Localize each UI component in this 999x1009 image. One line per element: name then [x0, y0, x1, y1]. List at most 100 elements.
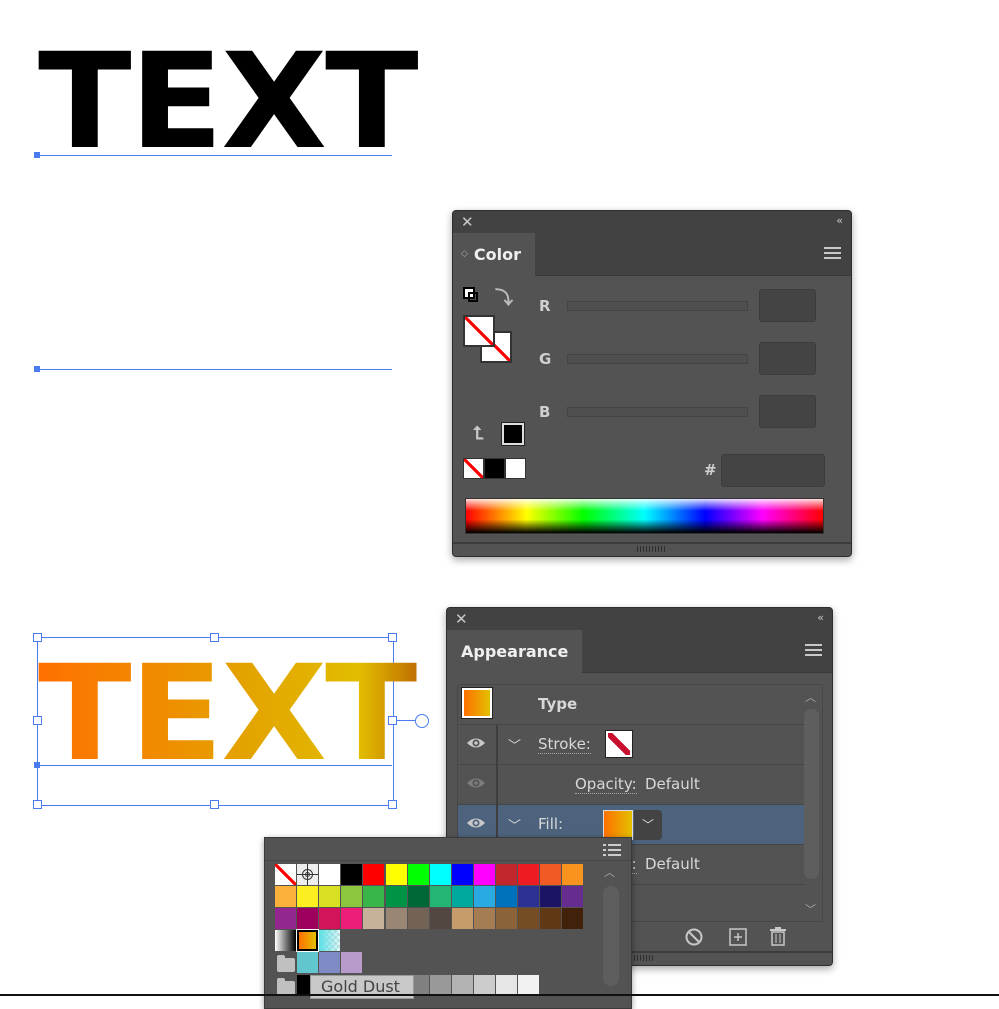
- swatch[interactable]: [297, 886, 319, 908]
- input-r[interactable]: [759, 289, 816, 322]
- visibility-eye-icon[interactable]: [466, 736, 486, 750]
- swatch[interactable]: [319, 952, 341, 974]
- folder-icon[interactable]: [277, 977, 295, 995]
- swatch[interactable]: [496, 886, 517, 908]
- quick-swatch-none[interactable]: [463, 458, 484, 479]
- swatch[interactable]: [429, 886, 451, 908]
- slider-g[interactable]: [567, 354, 748, 364]
- scroll-up-icon[interactable]: ︿: [805, 689, 816, 705]
- swatch[interactable]: [275, 864, 296, 885]
- scroll-down-icon[interactable]: ﹀: [805, 901, 816, 917]
- add-new-icon[interactable]: [729, 928, 747, 946]
- panel-menu-icon[interactable]: [824, 247, 841, 259]
- swatch[interactable]: [518, 974, 540, 996]
- canvas-text-gradient[interactable]: TEXT: [38, 648, 419, 780]
- visibility-eye-icon[interactable]: [466, 776, 486, 790]
- gradient-swatch-gold-dust[interactable]: [296, 929, 320, 953]
- expand-options-icon[interactable]: ◇: [461, 250, 468, 259]
- delete-icon[interactable]: [769, 926, 787, 946]
- collapse-icon[interactable]: ‹‹: [817, 611, 824, 624]
- swatch[interactable]: [540, 908, 562, 930]
- swatch[interactable]: [562, 908, 584, 930]
- swatch[interactable]: [473, 974, 495, 996]
- swatch[interactable]: [540, 864, 562, 885]
- selected-text-anchor[interactable]: [34, 762, 40, 768]
- swatch[interactable]: [562, 886, 584, 908]
- close-icon[interactable]: ✕: [461, 213, 474, 231]
- swatch[interactable]: [275, 886, 296, 908]
- swatch[interactable]: [319, 864, 341, 885]
- swatch[interactable]: [319, 908, 341, 930]
- swatch[interactable]: [429, 974, 451, 996]
- fill-swatch[interactable]: [463, 315, 495, 347]
- list-view-icon[interactable]: [603, 844, 621, 858]
- swatch[interactable]: [562, 864, 584, 885]
- quick-swatch-black[interactable]: [484, 458, 505, 479]
- swatch[interactable]: [496, 864, 517, 885]
- close-icon[interactable]: ✕: [455, 610, 468, 628]
- handle-bottom-left[interactable]: [33, 800, 42, 809]
- stroke-swatch[interactable]: [605, 730, 633, 758]
- swatch[interactable]: [407, 864, 429, 885]
- out-of-gamut-icon[interactable]: ⮤: [473, 423, 484, 444]
- swatches-scrollbar[interactable]: ︿: [603, 864, 619, 1004]
- handle-bottom-right[interactable]: [388, 800, 397, 809]
- swatch[interactable]: [341, 864, 363, 885]
- swatch[interactable]: [473, 886, 495, 908]
- handle-bottom-center[interactable]: [210, 800, 219, 809]
- scroll-up-icon[interactable]: ︿: [604, 864, 615, 880]
- handle-middle-right[interactable]: [388, 716, 397, 725]
- visibility-eye-icon[interactable]: [466, 816, 486, 830]
- swatch[interactable]: [297, 864, 319, 885]
- swatch[interactable]: [385, 864, 407, 885]
- collapse-icon[interactable]: ‹‹: [836, 214, 843, 227]
- swatch[interactable]: [451, 864, 473, 885]
- appearance-header-row[interactable]: Type: [458, 685, 804, 725]
- swatch[interactable]: [451, 908, 473, 930]
- gradient-swatch-cyan-transparent[interactable]: [319, 930, 341, 952]
- handle-middle-left[interactable]: [33, 716, 42, 725]
- swatch[interactable]: [451, 974, 473, 996]
- clear-appearance-icon[interactable]: [685, 928, 703, 946]
- swatch[interactable]: [363, 886, 385, 908]
- folder-icon[interactable]: [277, 955, 295, 973]
- slider-b[interactable]: [567, 407, 748, 417]
- closest-color-swatch[interactable]: [501, 422, 525, 446]
- swatch[interactable]: [518, 864, 540, 885]
- panel-resize-handle[interactable]: [453, 542, 851, 556]
- fill-swatch[interactable]: [603, 810, 633, 840]
- appearance-scrollbar[interactable]: ︿ ﹀: [804, 689, 819, 917]
- handle-top-center[interactable]: [210, 633, 219, 642]
- panel-title-bar[interactable]: ✕ ‹‹: [453, 211, 851, 233]
- gradient-swatch-black-white[interactable]: [275, 930, 296, 952]
- canvas-text-black[interactable]: TEXT: [38, 36, 419, 168]
- swatch[interactable]: [518, 908, 540, 930]
- swatch[interactable]: [341, 952, 363, 974]
- tab-appearance[interactable]: Appearance: [447, 630, 583, 673]
- swatch[interactable]: [496, 974, 517, 996]
- swatch[interactable]: [363, 864, 385, 885]
- swatch[interactable]: [297, 908, 319, 930]
- type-widget-handle[interactable]: [415, 714, 429, 728]
- swatch[interactable]: [341, 908, 363, 930]
- swatch[interactable]: [385, 908, 407, 930]
- swatch[interactable]: [429, 908, 451, 930]
- swatch[interactable]: [385, 886, 407, 908]
- swatch[interactable]: [407, 908, 429, 930]
- swatch[interactable]: [540, 886, 562, 908]
- slider-r[interactable]: [567, 301, 748, 311]
- handle-top-right[interactable]: [388, 633, 397, 642]
- panel-title-bar[interactable]: ✕ ‹‹: [447, 608, 832, 630]
- quick-swatch-white[interactable]: [505, 458, 526, 479]
- opacity-label[interactable]: Opacity:: [575, 775, 637, 794]
- handle-top-left[interactable]: [33, 633, 42, 642]
- tab-color[interactable]: ◇ Color: [453, 233, 536, 276]
- swatch[interactable]: [297, 952, 319, 974]
- swatch[interactable]: [363, 908, 385, 930]
- swap-fill-stroke-icon[interactable]: ⤵: [495, 284, 513, 310]
- stroke-opacity-row[interactable]: Opacity: Default: [458, 765, 804, 805]
- swatch[interactable]: [407, 886, 429, 908]
- input-g[interactable]: [759, 342, 816, 375]
- swatch[interactable]: [451, 886, 473, 908]
- color-spectrum[interactable]: [465, 498, 824, 534]
